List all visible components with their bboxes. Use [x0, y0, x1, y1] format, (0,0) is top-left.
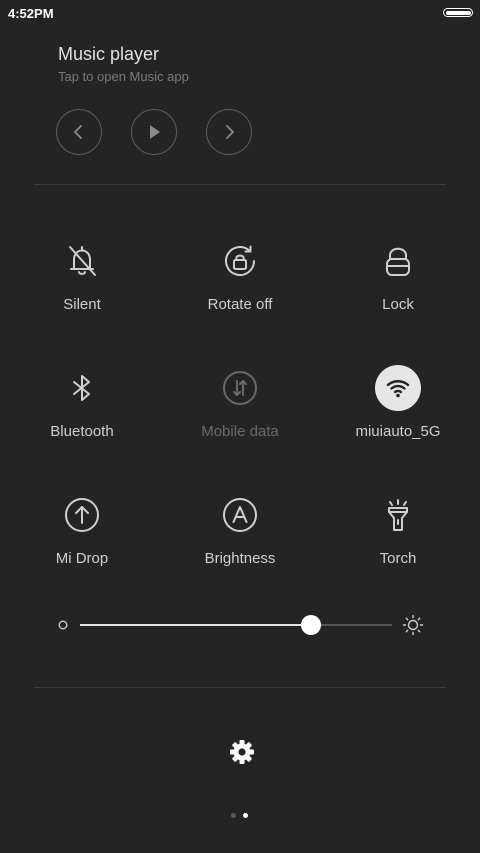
battery-level [445, 10, 471, 15]
play-button[interactable] [131, 109, 177, 155]
chevron-right-icon [226, 125, 234, 139]
play-icon [150, 125, 160, 139]
toggle-label: Mi Drop [55, 550, 109, 567]
divider-top [34, 184, 446, 185]
quick-settings-screen: 4:52PM Music player Tap to open Music ap… [0, 0, 480, 853]
brightness-track[interactable] [80, 615, 392, 635]
gear-icon [230, 740, 254, 764]
status-bar: 4:52PM [0, 0, 480, 28]
mi-drop-icon [59, 492, 105, 538]
page-dot-2[interactable] [243, 813, 248, 818]
page-dot-1[interactable] [231, 813, 236, 818]
brightness-low-icon [58, 620, 68, 630]
toggle-label: Bluetooth [50, 423, 114, 440]
chevron-left-icon [74, 125, 82, 139]
page-indicator [229, 812, 251, 820]
brightness-knob[interactable] [300, 615, 321, 635]
toggle-label: Mobile data [201, 423, 279, 440]
next-track-button[interactable] [206, 109, 252, 155]
lock-icon [375, 238, 421, 284]
toggle-wifi[interactable]: miuiauto_5G [318, 365, 478, 465]
previous-track-button[interactable] [56, 109, 102, 155]
auto-brightness-icon [217, 492, 263, 538]
toggle-label: Silent [63, 296, 101, 313]
divider-bottom [34, 687, 446, 688]
toggle-label: Torch [379, 550, 417, 567]
toggle-mi-drop[interactable]: Mi Drop [2, 492, 162, 592]
toggle-torch[interactable]: Torch [318, 492, 478, 592]
toggle-label: miuiauto_5G [355, 423, 441, 440]
rotate-lock-icon [217, 238, 263, 284]
toggle-silent[interactable]: Silent [2, 238, 162, 338]
brightness-high-icon [402, 614, 424, 636]
bell-off-icon [59, 238, 105, 284]
music-player-title: Music player [58, 44, 160, 64]
bluetooth-icon [59, 365, 105, 411]
battery-icon [443, 8, 473, 17]
toggle-label: Rotate off [207, 296, 273, 313]
status-time: 4:52PM [8, 6, 54, 21]
toggle-rotate[interactable]: Rotate off [160, 238, 320, 338]
wifi-icon [375, 365, 421, 411]
toggle-lock[interactable]: Lock [318, 238, 478, 338]
mobile-data-icon [217, 365, 263, 411]
toggle-brightness[interactable]: Brightness [160, 492, 320, 592]
music-player-subtitle: Tap to open Music app [58, 69, 189, 84]
music-player[interactable]: Music player Tap to open Music app [58, 43, 438, 84]
settings-button[interactable] [228, 738, 256, 766]
toggle-label: Lock [382, 296, 414, 313]
torch-icon [375, 492, 421, 538]
toggle-label: Brightness [204, 550, 276, 567]
brightness-fill [80, 624, 311, 626]
brightness-slider[interactable] [56, 610, 428, 640]
toggle-mobile-data[interactable]: Mobile data [160, 365, 320, 465]
toggle-bluetooth[interactable]: Bluetooth [2, 365, 162, 465]
